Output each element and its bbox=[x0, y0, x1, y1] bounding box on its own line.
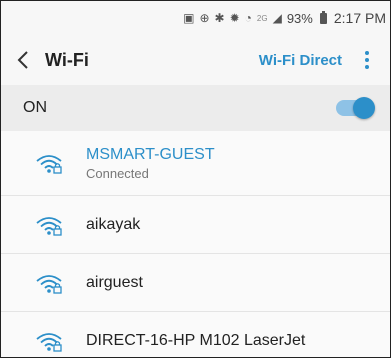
status-bar: ▣ ⊕ ✱ ✹ ◔ 2G ◢ 93% 2:17 PM bbox=[1, 1, 390, 35]
network-list: MSMART-GUEST Connected aikayak airguest … bbox=[1, 131, 390, 357]
toggle-knob bbox=[353, 97, 375, 119]
back-arrow-icon bbox=[17, 51, 28, 69]
network-status: Connected bbox=[86, 165, 149, 181]
network-item[interactable]: airguest bbox=[1, 254, 390, 312]
status-icons: ▣ ⊕ ✱ ✹ ◔ 2G ◢ 93% 2:17 PM bbox=[183, 10, 386, 26]
wifi-toggle-switch[interactable] bbox=[336, 97, 375, 119]
wifi-direct-button[interactable]: Wi-Fi Direct bbox=[259, 52, 342, 69]
wifi-lock-icon bbox=[35, 274, 62, 294]
wifi-lock-icon bbox=[35, 332, 62, 352]
network-item[interactable]: aikayak bbox=[1, 196, 390, 254]
wifi-lock-icon bbox=[35, 155, 62, 174]
battery-percent: 93% bbox=[286, 10, 313, 26]
back-button[interactable] bbox=[1, 35, 45, 85]
screen: ▣ ⊕ ✱ ✹ ◔ 2G ◢ 93% 2:17 PM Wi-Fi Wi-Fi D… bbox=[0, 0, 391, 358]
network-item[interactable]: MSMART-GUEST Connected bbox=[1, 131, 390, 196]
clock: 2:17 PM bbox=[333, 10, 386, 26]
wifi-toggle-label: ON bbox=[23, 99, 47, 116]
network-name: airguest bbox=[86, 273, 143, 291]
network-name: aikayak bbox=[86, 215, 141, 233]
mute-icon: ✹ bbox=[229, 11, 240, 25]
more-options-button[interactable] bbox=[356, 35, 378, 85]
network-type-label: 2G bbox=[256, 13, 268, 23]
cell-signal-icon: ◢ bbox=[272, 11, 282, 25]
image-icon: ▣ bbox=[183, 11, 195, 25]
wifi-signal-icon: ◔ bbox=[244, 11, 252, 25]
page-title: Wi-Fi bbox=[45, 49, 89, 70]
wifi-toggle-row[interactable]: ON bbox=[1, 85, 390, 131]
network-name: DIRECT-16-HP M102 LaserJet bbox=[86, 331, 306, 349]
network-item[interactable]: DIRECT-16-HP M102 LaserJet bbox=[1, 312, 390, 357]
sync-icon: ⊕ bbox=[199, 11, 210, 25]
app-bar: Wi-Fi Wi-Fi Direct bbox=[1, 35, 390, 85]
wifi-lock-icon bbox=[35, 216, 62, 236]
bluetooth-icon: ✱ bbox=[214, 11, 225, 25]
more-vert-icon bbox=[365, 51, 369, 69]
battery-icon bbox=[319, 10, 327, 24]
network-name: MSMART-GUEST bbox=[86, 145, 215, 163]
